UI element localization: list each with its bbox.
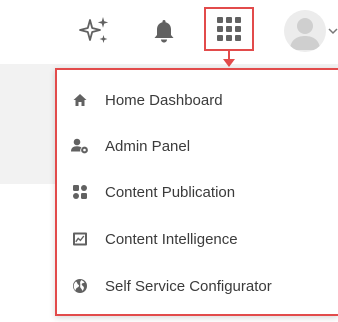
apps-grid-button[interactable]	[204, 7, 254, 51]
bell-icon[interactable]	[150, 14, 178, 48]
menu-item-self-service-configurator[interactable]: Self Service Configurator	[71, 266, 331, 306]
analytics-chart-icon	[71, 230, 89, 248]
apps-grid-icon	[217, 17, 241, 41]
highlight-arrow	[223, 59, 235, 67]
menu-item-content-intelligence[interactable]: Content Intelligence	[71, 219, 331, 259]
menu-item-label: Home Dashboard	[105, 91, 223, 109]
menu-item-content-publication[interactable]: Content Publication	[71, 172, 331, 212]
apps-dropdown-menu: Home Dashboard Admin Panel Content Publi…	[55, 68, 338, 316]
globe-icon	[71, 277, 89, 295]
menu-item-home-dashboard[interactable]: Home Dashboard	[71, 80, 331, 120]
menu-item-label: Content Intelligence	[105, 230, 238, 248]
grid-tiles-icon	[71, 183, 89, 201]
chevron-down-icon[interactable]	[328, 26, 338, 36]
menu-item-label: Self Service Configurator	[105, 277, 272, 295]
menu-item-admin-panel[interactable]: Admin Panel	[71, 126, 331, 166]
sparkle-icon[interactable]	[78, 14, 112, 48]
avatar[interactable]	[284, 10, 326, 52]
admin-user-icon	[71, 137, 89, 155]
menu-item-label: Admin Panel	[105, 137, 191, 155]
menu-item-label: Content Publication	[105, 183, 236, 201]
home-icon	[71, 91, 89, 109]
